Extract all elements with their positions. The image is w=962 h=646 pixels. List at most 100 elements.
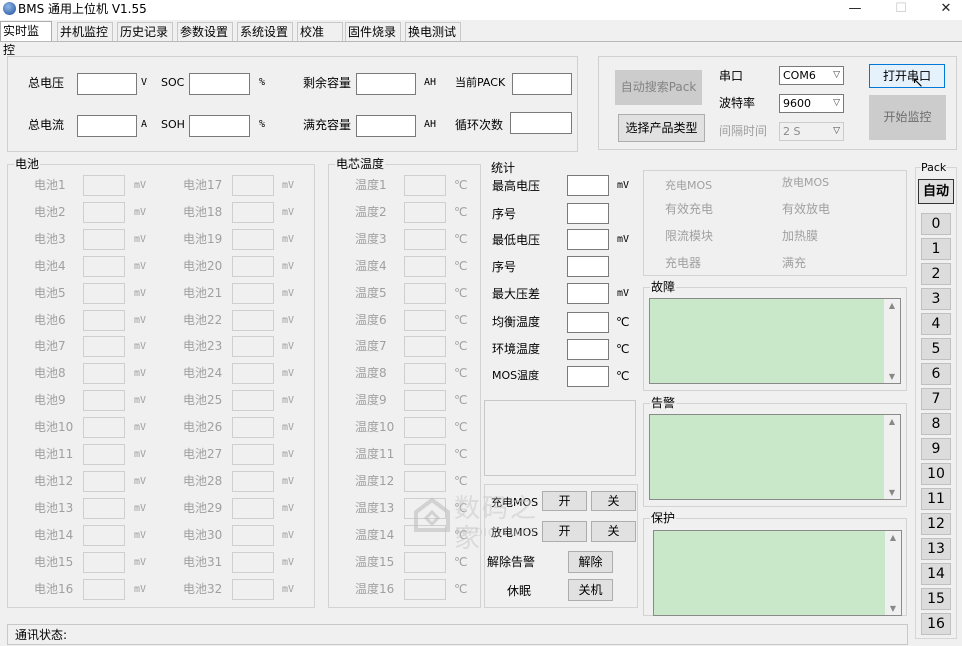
max-voltage-label: 最高电压 — [492, 179, 541, 193]
scroll-up-icon[interactable]: ▲ — [885, 533, 901, 542]
tab-swap-test[interactable]: 换电测试 — [405, 22, 461, 42]
pack-button-8[interactable]: 8 — [921, 413, 951, 435]
temp-field — [404, 551, 446, 573]
stats-group: 统计 最高电压 mV 序号 最低电压 mV 序号 最大压差 mV 均衡温度 ℃ … — [484, 161, 638, 391]
protection-textbox[interactable]: ▲ ▼ — [653, 530, 902, 616]
temp-label: 温度4 — [355, 258, 387, 273]
pack-button-12[interactable]: 12 — [921, 513, 951, 535]
auto-search-button[interactable]: 自动搜索Pack — [615, 70, 702, 105]
cell-label: 电池27 — [183, 447, 223, 461]
temp-label: 温度6 — [355, 312, 387, 327]
flag-charge-mos: 充电MOS — [665, 179, 713, 192]
cell-unit: mV — [134, 368, 147, 380]
pack-auto-button[interactable]: 自动 — [918, 179, 954, 204]
cell-voltage-field — [83, 417, 125, 439]
pack-button-11[interactable]: 11 — [921, 488, 951, 510]
full-capacity-unit: AH — [424, 119, 437, 130]
scroll-down-icon[interactable]: ▼ — [885, 604, 901, 613]
cell-voltage-field — [83, 470, 125, 492]
minimize-button[interactable]: — — [832, 0, 878, 20]
discharge-mos-on-button[interactable]: 开 — [542, 521, 587, 542]
temp-field — [404, 309, 446, 331]
cell-voltage-field — [83, 444, 125, 465]
scroll-down-icon[interactable]: ▼ — [884, 488, 900, 497]
temp-label: 温度12 — [355, 473, 395, 488]
cell-label: 电池25 — [183, 393, 223, 408]
discharge-mos-off-button[interactable]: 关 — [591, 521, 636, 542]
tab-calibration[interactable]: 校准 — [297, 22, 343, 42]
start-monitor-button[interactable]: 开始监控 — [869, 95, 946, 140]
fault-textbox[interactable]: ▲ ▼ — [649, 298, 901, 384]
tab-history[interactable]: 历史记录 — [117, 22, 173, 42]
temp-unit: ℃ — [454, 581, 468, 596]
pack-button-4[interactable]: 4 — [921, 313, 951, 335]
open-port-button[interactable]: 打开串口 — [869, 64, 945, 88]
port-select[interactable]: COM6 ▽ — [779, 66, 844, 85]
pack-button-6[interactable]: 6 — [921, 363, 951, 385]
cell-unit: mV — [134, 583, 147, 595]
maximize-button[interactable]: ☐ — [878, 0, 924, 20]
pack-button-9[interactable]: 9 — [921, 438, 951, 460]
scroll-up-icon[interactable]: ▲ — [884, 417, 900, 426]
cell-label: 电池10 — [34, 420, 74, 435]
temp-label: 温度9 — [355, 393, 387, 408]
cell-unit: mV — [282, 475, 295, 487]
cell-label: 电池12 — [34, 473, 74, 488]
scroll-down-icon[interactable]: ▼ — [884, 372, 900, 381]
warning-title: 告警 — [650, 396, 677, 410]
cell-label: 电池22 — [183, 312, 223, 327]
close-button[interactable]: ✕ — [923, 0, 962, 20]
interval-select[interactable]: 2 S ▽ — [779, 122, 844, 141]
tab-firmware[interactable]: 固件烧录 — [345, 22, 401, 42]
baud-select[interactable]: 9600 ▽ — [779, 94, 844, 113]
temp-unit: ℃ — [454, 204, 468, 219]
pack-button-14[interactable]: 14 — [921, 563, 951, 585]
select-product-button[interactable]: 选择产品类型 — [618, 114, 705, 142]
temp-label: 温度14 — [355, 527, 395, 542]
warning-scrollbar[interactable]: ▲ ▼ — [884, 415, 900, 499]
cells-group-title: 电池 — [14, 157, 41, 171]
cell-unit: mV — [282, 583, 295, 595]
cell-voltage-field — [232, 524, 274, 546]
shutdown-button[interactable]: 关机 — [568, 579, 613, 601]
pack-button-15[interactable]: 15 — [921, 588, 951, 610]
pack-button-16[interactable]: 16 — [921, 613, 951, 635]
temp-label: 温度3 — [355, 231, 387, 246]
pack-button-3[interactable]: 3 — [921, 288, 951, 310]
charge-mos-off-button[interactable]: 关 — [591, 491, 636, 511]
warning-textbox[interactable]: ▲ ▼ — [649, 414, 901, 500]
fault-scrollbar[interactable]: ▲ ▼ — [884, 299, 900, 383]
temp-label: 温度16 — [355, 581, 395, 596]
cell-label: 电池21 — [183, 285, 223, 300]
clear-alarm-button[interactable]: 解除 — [568, 551, 613, 573]
mos-temp-unit: ℃ — [616, 369, 630, 383]
temp-field — [404, 417, 446, 439]
tab-system[interactable]: 系统设置 — [237, 22, 293, 42]
cell-unit: mV — [282, 529, 295, 541]
pack-button-1[interactable]: 1 — [921, 238, 951, 260]
pack-button-2[interactable]: 2 — [921, 263, 951, 285]
pack-button-0[interactable]: 0 — [921, 213, 951, 235]
cell-label: 电池20 — [183, 258, 223, 273]
tab-parallel[interactable]: 并机监控 — [57, 22, 113, 42]
pack-button-13[interactable]: 13 — [921, 538, 951, 560]
protection-scrollbar[interactable]: ▲ ▼ — [885, 531, 901, 615]
pack-button-10[interactable]: 10 — [921, 463, 951, 485]
flag-heating-film: 加热膜 — [782, 229, 819, 243]
scroll-up-icon[interactable]: ▲ — [884, 301, 900, 310]
tab-realtime[interactable]: 实时监控 — [0, 21, 52, 57]
cell-unit: mV — [134, 233, 147, 245]
cell-label: 电池24 — [183, 366, 223, 381]
app-icon — [3, 2, 16, 15]
temp-unit: ℃ — [454, 554, 468, 569]
pack-button-7[interactable]: 7 — [921, 388, 951, 410]
cell-label: 电池15 — [34, 554, 74, 569]
flag-discharge-mos: 放电MOS — [782, 176, 830, 189]
pack-button-5[interactable]: 5 — [921, 338, 951, 360]
cell-voltage-field — [232, 497, 274, 519]
charge-mos-on-button[interactable]: 开 — [542, 491, 587, 511]
tab-params[interactable]: 参数设置 — [177, 22, 233, 42]
cell-voltage-field — [83, 201, 125, 223]
temp-label: 温度7 — [355, 339, 387, 354]
cell-voltage-field — [232, 228, 274, 250]
